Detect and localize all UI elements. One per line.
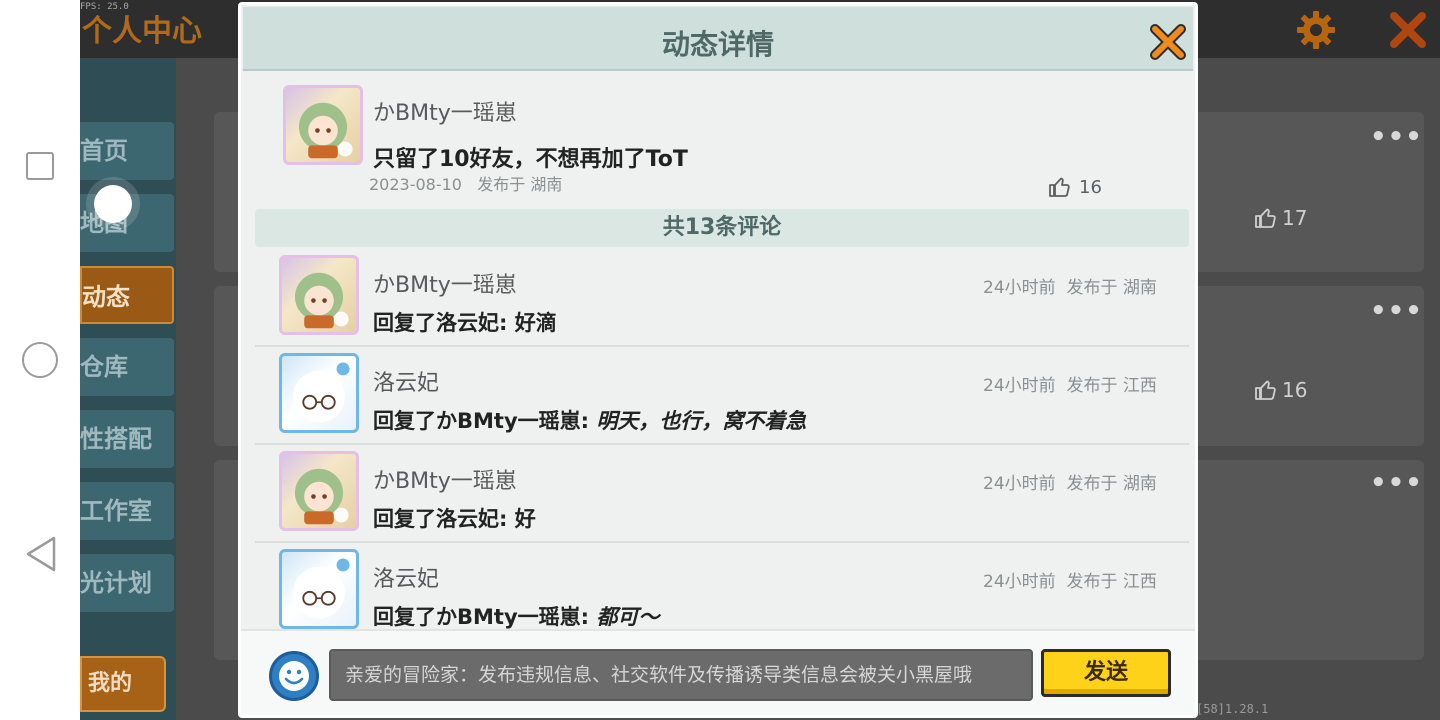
floating-assist-ball[interactable] bbox=[94, 185, 132, 223]
avatar[interactable] bbox=[279, 255, 359, 335]
comment-input[interactable]: 亲爱的冒险家：发布违规信息、社交软件及传播诱导类信息会被关小黑屋哦 bbox=[329, 649, 1033, 701]
avatar-image bbox=[298, 102, 353, 159]
sidebar-item-outfit[interactable]: 性搭配 bbox=[80, 410, 174, 468]
comment-meta: 24小时前 发布于 湖南 bbox=[983, 469, 1157, 494]
reply-content: 好 bbox=[514, 507, 536, 531]
sidebar-item-storage[interactable]: 仓库 bbox=[80, 338, 174, 396]
comment-time: 24小时前 bbox=[983, 376, 1056, 396]
post-username[interactable]: かBMty一瑶崽 bbox=[373, 95, 517, 127]
emoji-button[interactable] bbox=[269, 651, 319, 701]
like-counter[interactable]: 16 bbox=[1254, 378, 1307, 402]
comment-item: かBMty一瑶崽 24小时前 发布于 湖南 回复了洛云妃: 好滴 bbox=[255, 251, 1189, 347]
reply-prefix: 回复了洛云妃: bbox=[373, 507, 515, 531]
post-date: 2023-08-10 bbox=[369, 175, 462, 194]
avatar[interactable] bbox=[279, 451, 359, 531]
avatar-image bbox=[294, 468, 349, 525]
comment-time: 24小时前 bbox=[983, 278, 1056, 298]
comment-location: 发布于 江西 bbox=[1066, 376, 1157, 396]
sidebar-item-feed[interactable]: 动态 bbox=[80, 266, 174, 324]
avatar[interactable] bbox=[279, 549, 359, 629]
my-button[interactable]: 我的 bbox=[80, 656, 166, 712]
comment-input-bar: 亲爱的冒险家：发布违规信息、社交软件及传播诱导类信息会被关小黑屋哦 发送 bbox=[241, 629, 1195, 715]
thumbs-up-icon bbox=[1255, 208, 1276, 228]
close-icon[interactable] bbox=[1386, 8, 1430, 52]
like-button[interactable]: 16 bbox=[1047, 175, 1102, 199]
more-options-icon[interactable]: ••• bbox=[1370, 122, 1423, 152]
comment-text: 回复了かBMty一瑶崽: 明天，也行，窝不着急 bbox=[373, 405, 806, 435]
close-icon[interactable] bbox=[1147, 21, 1189, 63]
thumbs-up-icon bbox=[1049, 177, 1070, 197]
dialog-title: 动态详情 bbox=[661, 28, 774, 61]
sidebar-item-home[interactable]: 首页 bbox=[80, 122, 174, 180]
reply-prefix: 回复了かBMty一瑶崽: bbox=[373, 409, 597, 433]
home-button[interactable] bbox=[22, 342, 58, 378]
like-count: 16 bbox=[1282, 378, 1308, 402]
sidebar-item-plan[interactable]: 光计划 bbox=[80, 554, 174, 612]
comment-text: 回复了洛云妃: 好滴 bbox=[373, 307, 557, 337]
send-button[interactable]: 发送 bbox=[1041, 649, 1171, 697]
back-button[interactable] bbox=[24, 536, 58, 572]
comment-meta: 24小时前 发布于 江西 bbox=[983, 567, 1157, 592]
avatar-image bbox=[293, 558, 350, 619]
dialog-header: 动态详情 bbox=[243, 7, 1193, 71]
avatar-image bbox=[294, 272, 349, 329]
reply-prefix: 回复了洛云妃: bbox=[373, 311, 515, 335]
comment-text: 回复了かBMty一瑶崽: 都可～ bbox=[373, 601, 659, 631]
comment-location: 发布于 江西 bbox=[1066, 572, 1157, 592]
like-counter[interactable]: 17 bbox=[1254, 206, 1307, 230]
reply-content: 好滴 bbox=[514, 311, 557, 335]
reply-content: 都可～ bbox=[596, 605, 660, 629]
smiley-icon bbox=[279, 661, 309, 691]
avatar-image bbox=[293, 362, 350, 423]
comment-item: かBMty一瑶崽 24小时前 发布于 湖南 回复了洛云妃: 好 bbox=[255, 447, 1189, 543]
avatar[interactable] bbox=[283, 85, 363, 165]
more-options-icon[interactable]: ••• bbox=[1370, 296, 1423, 326]
more-options-icon[interactable]: ••• bbox=[1370, 468, 1423, 498]
avatar[interactable] bbox=[279, 353, 359, 433]
gear-icon[interactable] bbox=[1294, 8, 1338, 52]
like-count: 17 bbox=[1282, 206, 1308, 230]
comment-location: 发布于 湖南 bbox=[1066, 278, 1157, 298]
comment-username[interactable]: 洛云妃 bbox=[373, 365, 439, 397]
version-label: [58]1.28.1 bbox=[1196, 702, 1269, 716]
reply-prefix: 回复了かBMty一瑶崽: bbox=[373, 605, 597, 629]
post-content: 只留了10好友，不想再加了ToT bbox=[373, 147, 688, 172]
post-detail-dialog: 动态详情 かBMty一瑶崽 只留了10好友，不想再加了ToT 2023-08-1… bbox=[238, 2, 1198, 718]
post-location: 发布于 湖南 bbox=[477, 175, 563, 194]
comment-count: 共13条评论 bbox=[255, 209, 1189, 247]
recent-apps-button[interactable] bbox=[26, 152, 54, 180]
comment-time: 24小时前 bbox=[983, 474, 1056, 494]
comment-meta: 24小时前 发布于 江西 bbox=[983, 371, 1157, 396]
like-count: 16 bbox=[1079, 176, 1102, 198]
comment-meta: 24小时前 发布于 湖南 bbox=[983, 273, 1157, 298]
comment-username[interactable]: 洛云妃 bbox=[373, 561, 439, 593]
reply-content: 明天，也行，窝不着急 bbox=[596, 409, 807, 433]
comment-text: 回复了洛云妃: 好 bbox=[373, 503, 536, 533]
sidebar-item-studio[interactable]: 工作室 bbox=[80, 482, 174, 540]
comment-location: 发布于 湖南 bbox=[1066, 474, 1157, 494]
system-nav-bar bbox=[0, 0, 80, 720]
comment-item: 洛云妃 24小时前 发布于 江西 回复了かBMty一瑶崽: 明天，也行，窝不着急 bbox=[255, 349, 1189, 445]
comment-item: 洛云妃 24小时前 发布于 江西 回复了かBMty一瑶崽: 都可～ bbox=[255, 545, 1189, 641]
sidebar: 首页 地图 动态 仓库 性搭配 工作室 光计划 bbox=[80, 58, 176, 720]
comment-username[interactable]: かBMty一瑶崽 bbox=[373, 267, 517, 299]
post-meta: 2023-08-10 发布于 湖南 bbox=[369, 171, 562, 195]
comment-time: 24小时前 bbox=[983, 572, 1056, 592]
page-title: 个人中心 bbox=[82, 14, 202, 49]
comment-username[interactable]: かBMty一瑶崽 bbox=[373, 463, 517, 495]
original-post: かBMty一瑶崽 只留了10好友，不想再加了ToT 2023-08-10 发布于… bbox=[241, 75, 1195, 205]
thumbs-up-icon bbox=[1255, 380, 1276, 400]
